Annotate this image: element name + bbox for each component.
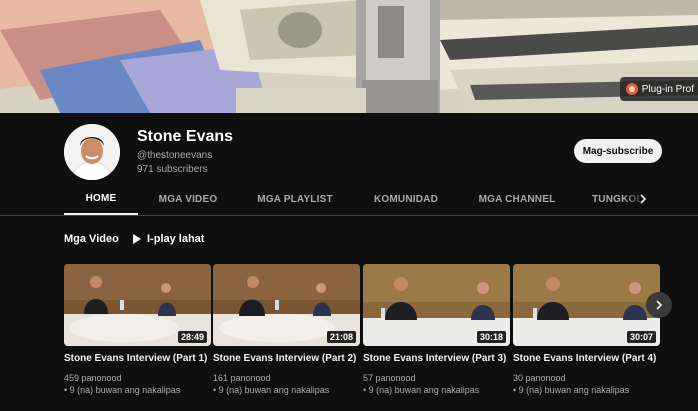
plugin-label: Plug-in Prof — [641, 83, 694, 95]
tabs-next-chevron-right-icon[interactable] — [636, 192, 650, 206]
video-thumbnail[interactable]: 30:07 — [513, 264, 660, 346]
video-views: 30 panonood — [513, 373, 566, 383]
video-thumbnail[interactable]: 28:49 — [64, 264, 211, 346]
video-views: 57 panonood — [363, 373, 416, 383]
tab-community[interactable]: KOMUNIDAD — [366, 184, 446, 215]
channel-banner: Plug-in Prof — [0, 0, 698, 113]
video-views: 161 panonood — [213, 373, 271, 383]
video-card[interactable]: 28:49 Stone Evans Interview (Part 1) 459… — [64, 264, 211, 396]
carousel-next-button[interactable] — [646, 292, 672, 318]
section-title[interactable]: Mga Video — [64, 233, 119, 245]
play-all-button[interactable]: I-play lahat — [133, 233, 204, 245]
chevron-right-icon — [656, 300, 663, 310]
subscriber-count: 971 subscribers — [137, 164, 208, 175]
channel-name: Stone Evans — [137, 128, 234, 145]
channel-handle: @thestoneevans — [137, 150, 213, 161]
video-age: • 9 (na) buwan ang nakalipas — [213, 385, 330, 395]
video-title[interactable]: Stone Evans Interview (Part 4) — [513, 352, 660, 366]
video-card[interactable]: 30:18 Stone Evans Interview (Part 3) 57 … — [363, 264, 510, 396]
tab-home[interactable]: HOME — [64, 184, 138, 215]
channel-avatar[interactable] — [64, 124, 120, 180]
plugin-badge[interactable]: Plug-in Prof — [619, 77, 698, 101]
video-card[interactable]: 21:08 Stone Evans Interview (Part 2) 161… — [213, 264, 360, 396]
video-card[interactable]: 30:07 Stone Evans Interview (Part 4) 30 … — [513, 264, 660, 396]
banner-image — [0, 0, 698, 113]
play-icon — [133, 234, 141, 244]
plugin-icon — [625, 83, 638, 95]
video-title[interactable]: Stone Evans Interview (Part 2) — [213, 352, 360, 366]
video-duration: 21:08 — [326, 331, 356, 343]
video-views: 459 panonood — [64, 373, 122, 383]
avatar-image — [64, 124, 120, 180]
video-thumbnail[interactable]: 30:18 — [363, 264, 510, 346]
video-title[interactable]: Stone Evans Interview (Part 1) — [64, 352, 211, 366]
channel-tabs: HOME MGA VIDEO MGA PLAYLIST KOMUNIDAD MG… — [0, 184, 698, 216]
video-duration: 28:49 — [177, 331, 207, 343]
video-duration: 30:07 — [626, 331, 656, 343]
tab-channels[interactable]: MGA CHANNEL — [472, 184, 562, 215]
video-age: • 9 (na) buwan ang nakalipas — [513, 385, 630, 395]
tab-videos[interactable]: MGA VIDEO — [148, 184, 228, 215]
video-thumbnail[interactable]: 21:08 — [213, 264, 360, 346]
video-title[interactable]: Stone Evans Interview (Part 3) — [363, 352, 510, 366]
subscribe-button[interactable]: Mag-subscribe — [574, 139, 662, 163]
play-all-label: I-play lahat — [147, 233, 205, 245]
video-age: • 9 (na) buwan ang nakalipas — [363, 385, 480, 395]
video-duration: 30:18 — [476, 331, 506, 343]
video-age: • 9 (na) buwan ang nakalipas — [64, 385, 181, 395]
tab-playlists[interactable]: MGA PLAYLIST — [248, 184, 342, 215]
